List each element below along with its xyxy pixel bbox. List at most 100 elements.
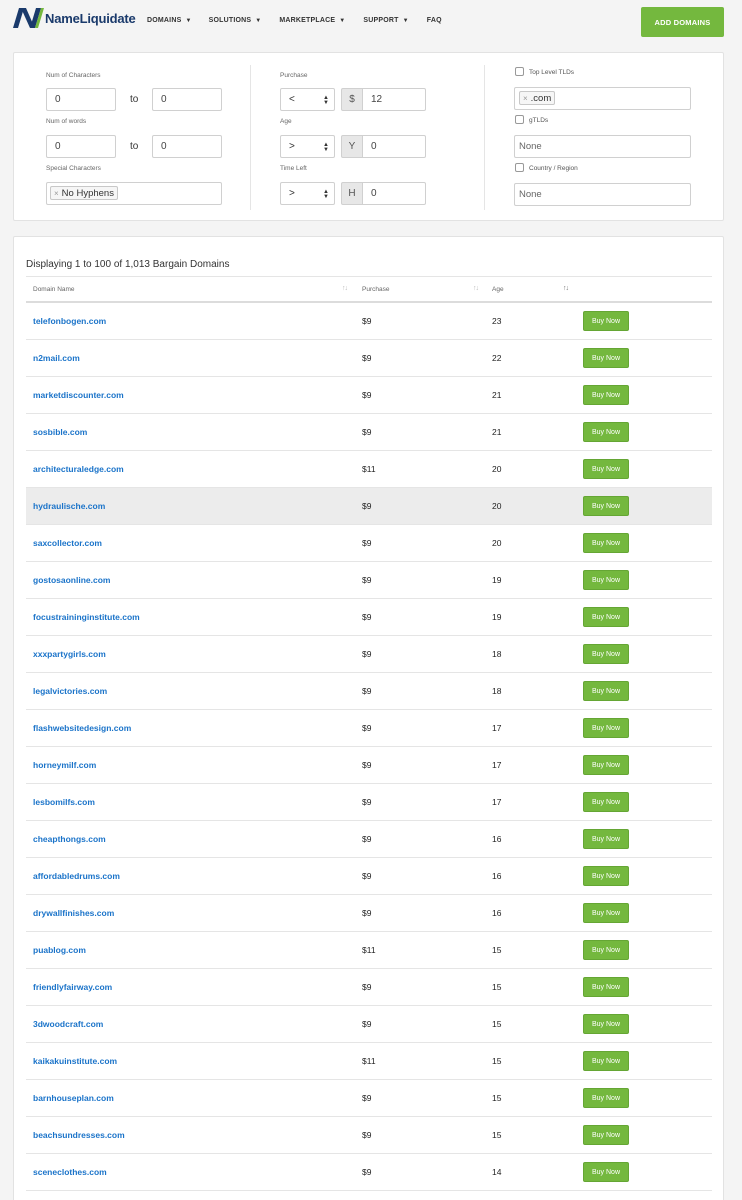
domain-link[interactable]: legalvictories.com <box>33 686 107 696</box>
purchase-operator-select[interactable]: < ▲ ▼ <box>280 88 335 111</box>
domain-link[interactable]: beachsundresses.com <box>33 1130 125 1140</box>
table-row: gostosaonline.com $9 19 Buy Now <box>26 562 712 599</box>
purchase-value-input[interactable]: 12 <box>362 88 426 111</box>
age-value-input[interactable]: 0 <box>362 135 426 158</box>
num-characters-to-input[interactable]: 0 <box>152 88 222 111</box>
domain-age: 23 <box>492 316 502 326</box>
domain-link[interactable]: friendlyfairway.com <box>33 982 112 992</box>
domain-link[interactable]: kaikakuinstitute.com <box>33 1056 117 1066</box>
domain-link[interactable]: focustraininginstitute.com <box>33 612 140 622</box>
buy-now-button[interactable]: Buy Now <box>583 829 629 849</box>
buy-now-button[interactable]: Buy Now <box>583 681 629 701</box>
buy-now-button[interactable]: Buy Now <box>583 422 629 442</box>
sort-icon[interactable]: ↑↓ <box>473 285 479 292</box>
special-characters-select[interactable]: × No Hyphens <box>46 182 222 205</box>
buy-now-button[interactable]: Buy Now <box>583 866 629 886</box>
buy-now-button[interactable]: Buy Now <box>583 496 629 516</box>
column-age[interactable]: Age <box>492 286 504 293</box>
domain-link[interactable]: affordabledrums.com <box>33 871 120 881</box>
domain-link[interactable]: architecturaledge.com <box>33 464 124 474</box>
buy-now-button[interactable]: Buy Now <box>583 459 629 479</box>
caret-down-icon: ▼ <box>402 17 409 24</box>
domain-age: 16 <box>492 908 502 918</box>
top-level-tlds-select[interactable]: × .com <box>514 87 691 110</box>
table-row: friendlyfairway.com $9 15 Buy Now <box>26 969 712 1006</box>
domain-link[interactable]: marketdiscounter.com <box>33 390 124 400</box>
sort-icon[interactable]: ↑↓ <box>342 285 348 292</box>
nav-marketplace[interactable]: MARKETPLACE ▼ <box>279 17 345 24</box>
num-words-from-input[interactable]: 0 <box>46 135 116 158</box>
com-tag: × .com <box>519 91 556 105</box>
buy-now-button[interactable]: Buy Now <box>583 1125 629 1145</box>
num-characters-from-input[interactable]: 0 <box>46 88 116 111</box>
country-region-checkbox[interactable] <box>515 163 524 172</box>
time-left-operator-select[interactable]: > ▲ ▼ <box>280 182 335 205</box>
age-operator-select[interactable]: > ▲ ▼ <box>280 135 335 158</box>
domain-link[interactable]: gostosaonline.com <box>33 575 110 585</box>
domain-age: 20 <box>492 538 502 548</box>
select-arrows-icon: ▲ ▼ <box>323 189 329 200</box>
time-left-value-input[interactable]: 0 <box>362 182 426 205</box>
buy-now-button[interactable]: Buy Now <box>583 903 629 923</box>
domain-link[interactable]: puablog.com <box>33 945 86 955</box>
buy-now-button[interactable]: Buy Now <box>583 792 629 812</box>
buy-now-button[interactable]: Buy Now <box>583 607 629 627</box>
column-purchase[interactable]: Purchase <box>362 286 389 293</box>
domain-link[interactable]: xxxpartygirls.com <box>33 649 106 659</box>
nav-faq[interactable]: FAQ <box>427 17 442 24</box>
remove-tag-icon[interactable]: × <box>523 94 528 103</box>
domain-link[interactable]: sosbible.com <box>33 427 87 437</box>
domain-link[interactable]: lesbomilfs.com <box>33 797 95 807</box>
buy-now-button[interactable]: Buy Now <box>583 311 629 331</box>
to-label: to <box>130 141 139 152</box>
domain-link[interactable]: n2mail.com <box>33 353 80 363</box>
purchase-price: $11 <box>362 945 376 955</box>
sort-icon[interactable]: ↑↓ <box>563 285 569 292</box>
filter-panel: Num of Characters 0 to 0 Num of words 0 … <box>13 52 724 221</box>
column-domain-name[interactable]: Domain Name <box>33 286 75 293</box>
buy-now-button[interactable]: Buy Now <box>583 977 629 997</box>
buy-now-button[interactable]: Buy Now <box>583 940 629 960</box>
buy-now-button[interactable]: Buy Now <box>583 570 629 590</box>
domain-link[interactable]: flashwebsitedesign.com <box>33 723 131 733</box>
purchase-price: $9 <box>362 908 372 918</box>
buy-now-button[interactable]: Buy Now <box>583 1014 629 1034</box>
buy-now-button[interactable]: Buy Now <box>583 1051 629 1071</box>
nav-support[interactable]: SUPPORT ▼ <box>363 17 408 24</box>
remove-tag-icon[interactable]: × <box>54 189 59 198</box>
domain-link[interactable]: sceneclothes.com <box>33 1167 107 1177</box>
buy-now-button[interactable]: Buy Now <box>583 644 629 664</box>
gtlds-select[interactable]: None <box>514 135 691 158</box>
select-arrows-icon: ▲ ▼ <box>323 142 329 153</box>
domain-link[interactable]: telefonbogen.com <box>33 316 106 326</box>
domain-age: 16 <box>492 834 502 844</box>
domain-link[interactable]: cheapthongs.com <box>33 834 106 844</box>
domain-age: 15 <box>492 982 502 992</box>
domain-link[interactable]: barnhouseplan.com <box>33 1093 114 1103</box>
domain-link[interactable]: drywallfinishes.com <box>33 908 114 918</box>
num-words-to-input[interactable]: 0 <box>152 135 222 158</box>
purchase-label: Purchase <box>280 72 308 79</box>
country-region-select[interactable]: None <box>514 183 691 206</box>
buy-now-button[interactable]: Buy Now <box>583 1088 629 1108</box>
domain-link[interactable]: hydraulische.com <box>33 501 105 511</box>
column-divider <box>250 65 251 210</box>
add-domains-button[interactable]: ADD DOMAINS <box>641 7 724 37</box>
domain-link[interactable]: saxcollector.com <box>33 538 102 548</box>
top-level-tlds-checkbox[interactable] <box>515 67 524 76</box>
purchase-price: $9 <box>362 1019 372 1029</box>
nav-domains[interactable]: DOMAINS ▼ <box>147 17 192 24</box>
buy-now-button[interactable]: Buy Now <box>583 718 629 738</box>
buy-now-button[interactable]: Buy Now <box>583 348 629 368</box>
buy-now-button[interactable]: Buy Now <box>583 385 629 405</box>
buy-now-button[interactable]: Buy Now <box>583 1162 629 1182</box>
years-addon: Y <box>341 135 363 158</box>
gtlds-checkbox[interactable] <box>515 115 524 124</box>
buy-now-button[interactable]: Buy Now <box>583 755 629 775</box>
buy-now-button[interactable]: Buy Now <box>583 533 629 553</box>
domain-link[interactable]: horneymilf.com <box>33 760 96 770</box>
domain-age: 18 <box>492 686 502 696</box>
nav-solutions[interactable]: SOLUTIONS ▼ <box>209 17 262 24</box>
logo[interactable]: NameLiquidate <box>13 7 136 29</box>
domain-link[interactable]: 3dwoodcraft.com <box>33 1019 103 1029</box>
